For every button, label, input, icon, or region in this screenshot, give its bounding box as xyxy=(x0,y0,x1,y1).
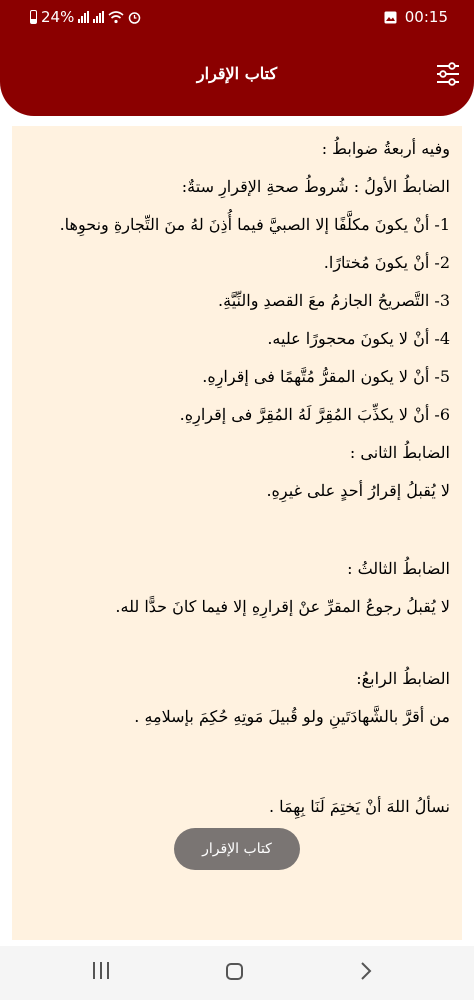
signal-icon xyxy=(93,11,105,23)
recents-icon[interactable] xyxy=(93,962,109,979)
rule2-title: الضابطُ الثانى : xyxy=(349,443,450,462)
image-notification-icon xyxy=(384,11,397,23)
list-item: 5- أنْ لا يكون المقرُّ مُتَّهمًا فى إقرا… xyxy=(202,367,450,386)
status-bar: 24% 00:15 xyxy=(0,0,474,36)
content-panel: وفيه أربعةُ ضوابطُ : الضابطُ الأولُ : شُ… xyxy=(12,126,462,940)
battery-level: 24% xyxy=(41,8,75,26)
article-text: وفيه أربعةُ ضوابطُ : الضابطُ الأولُ : شُ… xyxy=(18,130,450,826)
wifi-icon xyxy=(108,10,124,23)
home-icon[interactable] xyxy=(226,963,243,980)
alarm-icon xyxy=(129,11,141,24)
rule3-text: لا يُقبلُ رجوعُ المقرِّ عنْ إقرارِهِ إلا… xyxy=(115,597,450,616)
app-bar: كتاب الإقرار xyxy=(0,36,474,116)
signal-icon xyxy=(78,11,90,23)
list-item: 4- أنْ لا يكونَ محجورًا عليه. xyxy=(267,329,450,348)
rule4-text: من أقرَّ بالشَّهادَتَينِ ولو قُبيلَ مَوت… xyxy=(134,707,450,726)
list-item: 2- أنْ يكونَ مُختارًا. xyxy=(323,253,450,272)
toast-message: كتاب الإقرار xyxy=(174,828,300,870)
intro-text: وفيه أربعةُ ضوابطُ : xyxy=(321,139,450,158)
page-title: كتاب الإقرار xyxy=(196,64,278,83)
battery-icon xyxy=(30,10,37,24)
clock: 00:15 xyxy=(404,8,448,26)
rule4-title: الضابطُ الرابعُ: xyxy=(356,669,450,688)
closing-text: نسألُ اللهَ أنْ يَختِمَ لَنَا بِهِمَا . xyxy=(268,797,450,816)
system-nav-bar xyxy=(0,946,474,1000)
rule1-title: الضابطُ الأولُ : شُروطُ صحةِ الإقرارِ ست… xyxy=(181,177,450,196)
settings-menu-button[interactable] xyxy=(436,61,460,87)
list-item: 1- أنْ يكونَ مكلَّفًا إلا الصبيَّ فيما أ… xyxy=(59,215,450,234)
list-item: 3- التَّصريحُ الجازمُ معَ القصدِ والنِّي… xyxy=(218,291,450,310)
list-item: 6- أنْ لا يكذِّبَ المُقِرَّ لَهُ المُقِر… xyxy=(179,405,450,424)
back-icon[interactable] xyxy=(360,961,372,981)
sliders-icon xyxy=(437,62,459,86)
rule2-text: لا يُقبلُ إقرارُ أحدٍ على غيرِهِ. xyxy=(266,481,450,500)
rule3-title: الضابطُ الثالثُ : xyxy=(347,559,450,578)
